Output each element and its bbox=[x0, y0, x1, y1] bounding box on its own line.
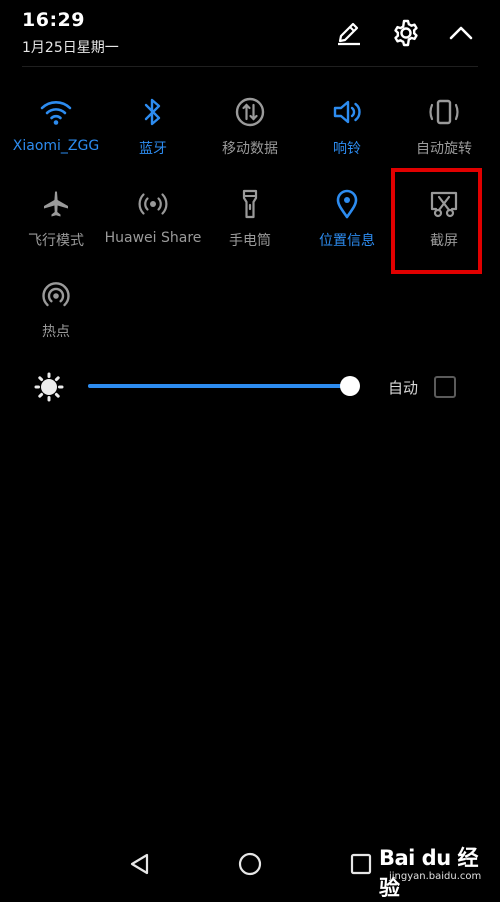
speaker-icon bbox=[333, 100, 361, 124]
tile-auto-rotate[interactable]: 自动旋转 bbox=[394, 92, 494, 172]
settings-button[interactable] bbox=[389, 16, 423, 50]
back-button[interactable] bbox=[122, 846, 158, 882]
home-button[interactable] bbox=[232, 846, 268, 882]
tile-airplane-mode[interactable]: 飞行模式 bbox=[6, 184, 106, 264]
tile-label: 移动数据 bbox=[222, 141, 278, 157]
edit-tiles-button[interactable] bbox=[332, 16, 366, 50]
tile-ringer[interactable]: 响铃 bbox=[297, 92, 397, 172]
recent-square-icon bbox=[350, 853, 372, 875]
tile-bluetooth[interactable]: 蓝牙 bbox=[103, 92, 203, 172]
tile-label: 自动旋转 bbox=[416, 141, 472, 157]
edit-icon bbox=[338, 22, 360, 46]
wifi-icon bbox=[40, 101, 72, 125]
tile-label: 飞行模式 bbox=[28, 233, 84, 249]
tile-location[interactable]: 位置信息 bbox=[297, 184, 397, 264]
tile-label: Xiaomi_ZGG bbox=[12, 138, 100, 154]
tile-label: 热点 bbox=[42, 324, 70, 340]
recent-apps-button[interactable] bbox=[343, 846, 379, 882]
collapse-panel-button[interactable] bbox=[444, 16, 478, 50]
tile-label: 位置信息 bbox=[319, 233, 375, 249]
chevron-up-icon bbox=[449, 26, 473, 40]
tile-label: 手电筒 bbox=[229, 233, 271, 249]
flashlight-icon bbox=[242, 189, 258, 219]
clock-date: 1月25日星期一 bbox=[22, 40, 119, 56]
brightness-slider-thumb[interactable] bbox=[340, 376, 360, 396]
auto-brightness-label: 自动 bbox=[388, 379, 419, 397]
brightness-icon bbox=[34, 372, 64, 402]
gear-icon bbox=[394, 19, 418, 47]
brightness-control: 自动 bbox=[0, 366, 500, 408]
hotspot-icon bbox=[42, 282, 70, 307]
airplane-icon bbox=[44, 191, 68, 217]
tile-label: 蓝牙 bbox=[139, 141, 167, 157]
brightness-slider-fill bbox=[88, 384, 350, 388]
location-icon bbox=[336, 189, 358, 219]
home-circle-icon bbox=[238, 852, 262, 876]
tile-wifi[interactable]: Xiaomi_ZGG bbox=[6, 92, 106, 172]
watermark-url: jingyan.baidu.com bbox=[389, 871, 482, 882]
tile-mobile-data[interactable]: 移动数据 bbox=[200, 92, 300, 172]
tile-flashlight[interactable]: 手电筒 bbox=[200, 184, 300, 264]
bluetooth-icon bbox=[144, 98, 161, 126]
baidu-jingyan-watermark: Bai du 经验 jingyan.baidu.com bbox=[379, 838, 497, 900]
mobile-data-icon bbox=[235, 97, 265, 127]
auto-brightness-checkbox[interactable] bbox=[434, 376, 456, 398]
header-divider bbox=[22, 66, 478, 67]
tile-hotspot[interactable]: 热点 bbox=[6, 275, 106, 355]
clock-time: 16:29 bbox=[22, 9, 85, 31]
highlight-box bbox=[391, 168, 482, 274]
notification-header: 16:29 1月25日星期一 bbox=[0, 0, 500, 68]
tile-label: Huawei Share bbox=[104, 230, 202, 246]
back-triangle-icon bbox=[130, 853, 149, 875]
brightness-slider[interactable] bbox=[88, 384, 350, 388]
auto-rotate-icon bbox=[429, 99, 459, 125]
tile-huawei-share[interactable]: Huawei Share bbox=[103, 184, 203, 264]
tile-label: 响铃 bbox=[333, 141, 361, 157]
huawei-share-icon bbox=[138, 193, 168, 215]
